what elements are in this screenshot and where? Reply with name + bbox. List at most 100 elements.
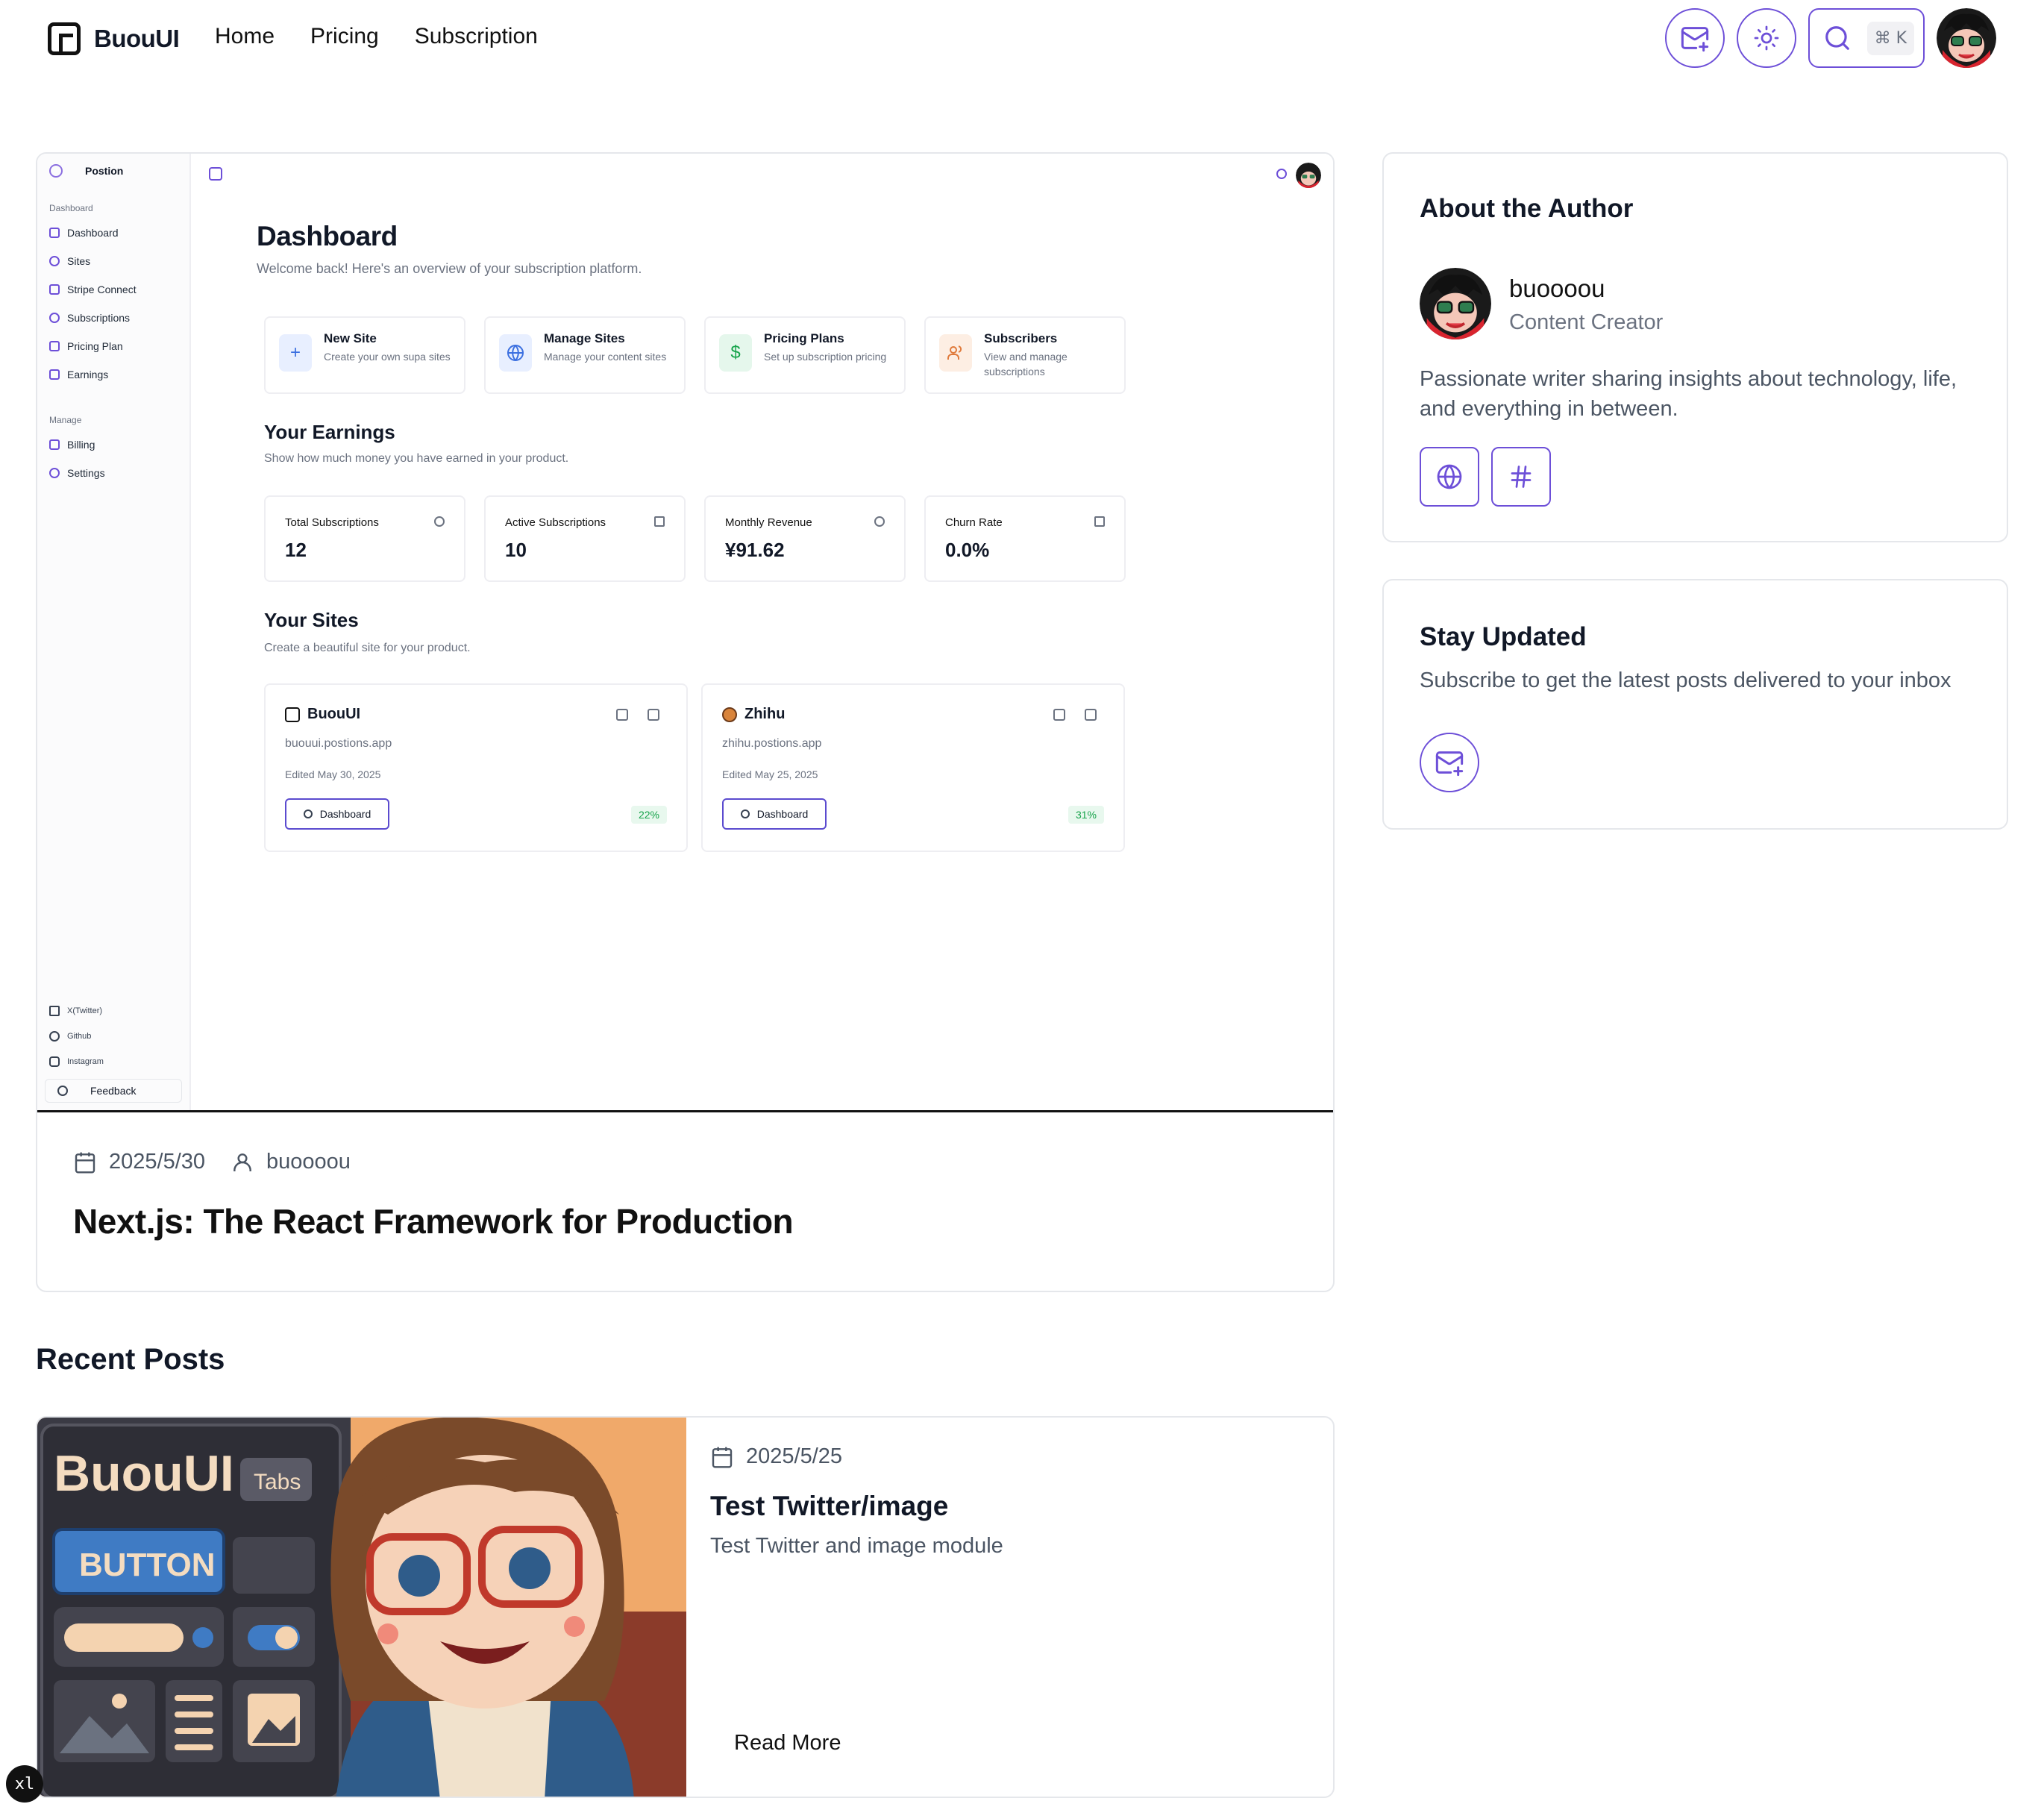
dashboard-sidebar: Postion Dashboard Dashboard Sites Stripe… [37,154,191,1110]
recent-post-meta: 2025/5/25 [710,1444,842,1469]
users-icon [939,334,972,372]
featured-post-image: Postion Dashboard Dashboard Sites Stripe… [37,154,1333,1112]
dollar-icon: $ [719,334,752,372]
site-name-label: BuouUI [307,706,361,722]
site-name: BuouUI [285,706,360,723]
about-author-heading: About the Author [1420,194,1634,223]
plus-icon: + [279,334,312,372]
sites-title: Your Sites [264,609,359,631]
newsletter-subscribe-button[interactable] [1420,733,1479,792]
sidebar-item-label: Settings [67,467,105,479]
footer-link-label: Github [67,1032,92,1041]
stat-total-subscriptions: Total Subscriptions 12 [264,495,465,582]
x-icon [49,1006,60,1016]
site-card-buouui: BuouUI buouui.postions.app Edited May 30… [264,683,688,852]
image-button-text: BUTTON [79,1547,216,1583]
footer-link-twitter: X(Twitter) [49,1006,102,1016]
read-more-link[interactable]: Read More [734,1731,841,1756]
sidebar-collapse-icon [209,167,222,181]
theme-toggle-button[interactable] [1737,8,1796,68]
recent-post-description: Test Twitter and image module [710,1534,1003,1558]
avatar [1296,163,1321,188]
stat-label: Monthly Revenue [725,516,812,529]
nav-actions: ⌘ K [1665,8,1996,68]
quick-action-subscribers: Subscribers View and manage subscription… [924,316,1126,394]
quick-action-title: Subscribers [984,331,1058,345]
footer-link-label: X(Twitter) [67,1006,103,1015]
author-links [1420,447,1551,507]
sidebar-item-label: Sites [67,255,91,267]
author-website-button[interactable] [1420,447,1479,507]
featured-post-author[interactable]: buoooou [266,1150,351,1174]
app-logo-icon [49,164,63,178]
gear-icon [303,809,313,818]
author-role: Content Creator [1509,310,1664,334]
featured-post-title[interactable]: Next.js: The React Framework for Product… [73,1201,794,1241]
quick-action-desc: Set up subscription pricing [764,351,887,363]
brand[interactable]: BuouUI [48,22,180,55]
site-actions [1053,709,1097,721]
nav-home-link[interactable]: Home [215,24,275,49]
featured-post-card[interactable]: Postion Dashboard Dashboard Sites Stripe… [36,152,1335,1292]
brand-logo-icon [48,22,81,55]
sidebar-item-pricing-plan: Pricing Plan [49,340,123,352]
external-link-icon [1085,709,1097,721]
sites-subtitle: Create a beautiful site for your product… [264,642,471,654]
stay-updated-text: Subscribe to get the latest posts delive… [1420,668,1951,692]
recent-post-title[interactable]: Test Twitter/image [710,1491,948,1522]
search-button[interactable]: ⌘ K [1808,8,1925,68]
list-icon [49,341,60,351]
recent-posts-heading: Recent Posts [36,1343,225,1376]
subscribe-button[interactable] [1665,8,1725,68]
footer-link-label: Instagram [67,1057,104,1066]
image-brand-text: BuouUI [54,1445,234,1502]
stay-updated-heading: Stay Updated [1420,622,1587,651]
user-icon [233,1153,251,1171]
earnings-title: Your Earnings [264,421,395,443]
nav-pricing-link[interactable]: Pricing [310,24,379,49]
sidebar-section-label: Manage [49,415,82,425]
site-name-label: Zhihu [744,706,786,722]
quick-action-pricing-plans: $ Pricing Plans Set up subscription pric… [704,316,906,394]
stat-label: Active Subscriptions [505,516,606,529]
site-actions [616,709,659,721]
sidebar-item-label: Dashboard [67,227,119,239]
sidebar-item-billing: Billing [49,439,95,451]
site-growth-badge: 22% [630,806,667,824]
author-avatar [1420,268,1491,339]
stat-churn-rate: Churn Rate 0.0% [924,495,1126,582]
dollar-icon [874,516,885,527]
stat-value: 12 [285,539,307,561]
search-shortcut-badge: ⌘ K [1866,21,1914,55]
site-url: zhihu.postions.app [722,737,822,750]
quick-action-desc: Create your own supa sites [324,351,451,363]
site-name: Zhihu [722,706,785,723]
user-avatar[interactable] [1937,8,1996,68]
feedback-button: Feedback [45,1079,182,1103]
coins-icon [49,369,60,380]
stat-monthly-revenue: Monthly Revenue ¥91.62 [704,495,906,582]
quick-action-manage-sites: Manage Sites Manage your content sites [484,316,686,394]
author-bio: Passionate writer sharing insights about… [1420,367,1957,421]
site-logo-icon [722,707,737,722]
quick-action-new-site: + New Site Create your own supa sites [264,316,465,394]
search-icon [1825,26,1849,50]
author-tags-button[interactable] [1491,447,1551,507]
recent-post-card[interactable]: BuouUI Tabs BUTTON 2025/5/25 Test Twitte… [36,1416,1335,1798]
stat-value: 10 [505,539,527,561]
recent-post-image: BuouUI Tabs BUTTON [37,1418,686,1797]
mail-plus-icon [1681,27,1709,52]
nav-subscription-link[interactable]: Subscription [415,24,538,49]
sidebar-item-label: Billing [67,439,95,451]
site-dashboard-button: Dashboard [285,798,389,830]
instagram-icon [49,1056,60,1067]
earnings-subtitle: Show how much money you have earned in y… [264,452,569,465]
sidebar-item-label: Pricing Plan [67,340,123,352]
site-logo-icon [285,707,300,722]
site-url: buouui.postions.app [285,737,392,750]
globe-icon [49,256,60,266]
sun-icon [1276,169,1287,179]
globe-icon [1437,464,1462,489]
sidebar-item-settings: Settings [49,467,105,479]
hash-icon [1511,466,1532,488]
